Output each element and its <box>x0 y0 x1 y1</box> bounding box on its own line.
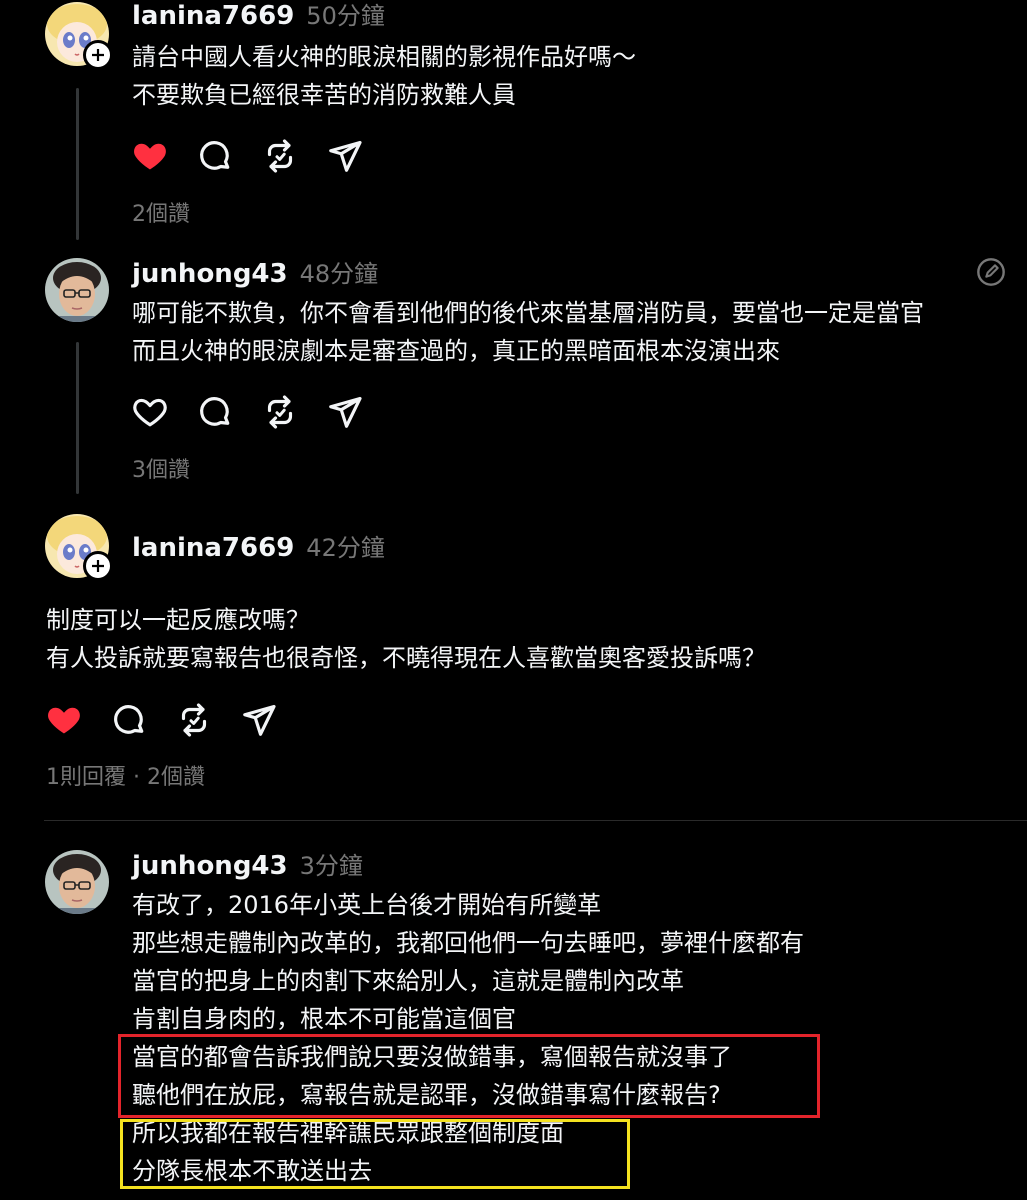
timestamp[interactable]: 42分鐘 <box>306 528 385 563</box>
comment-icon <box>114 705 144 734</box>
post-text-line: 而且火神的眼淚劇本是審查過的，真正的黑暗面根本沒演出來 <box>132 337 780 365</box>
username[interactable]: lanina7669 <box>132 1 294 31</box>
follow-button[interactable] <box>83 551 113 581</box>
share-button[interactable] <box>327 394 363 430</box>
post-text-line: 哪可能不欺負，你不會看到他們的後代來當基層消防員，要當也一定是當官 <box>132 299 924 327</box>
comment-button[interactable] <box>197 394 233 430</box>
send-icon <box>329 140 362 172</box>
post-text-line: 請台中國人看火神的眼淚相關的影視作品好嗎～ <box>132 43 636 71</box>
repost-button[interactable] <box>262 394 298 430</box>
yellow-highlight-box <box>120 1119 630 1189</box>
timestamp[interactable]: 3分鐘 <box>300 846 363 881</box>
edited-indicator[interactable] <box>975 256 1007 292</box>
send-icon <box>329 396 362 428</box>
avatar[interactable] <box>45 850 109 914</box>
comment-button[interactable] <box>197 138 233 174</box>
repost-icon <box>181 703 207 737</box>
post-text: 制度可以一起反應改嗎？ 有人投訴就要寫報告也很奇怪，不曉得現在人喜歡當奧客愛投訴… <box>46 601 766 677</box>
like-button[interactable] <box>46 702 82 738</box>
comment-button[interactable] <box>111 702 147 738</box>
timestamp[interactable]: 48分鐘 <box>300 254 379 289</box>
post-text-line: 當官的把身上的肉割下來給別人，這就是體制內改革 <box>132 967 684 995</box>
post-text-line: 制度可以一起反應改嗎？ <box>46 606 310 634</box>
plus-icon <box>92 560 104 572</box>
comment-icon <box>200 141 230 170</box>
like-count[interactable]: 2個讚 <box>132 196 190 228</box>
like-count[interactable]: 3個讚 <box>132 452 190 484</box>
post-text-line: 有改了，2016年小英上台後才開始有所變革 <box>132 891 602 919</box>
username[interactable]: lanina7669 <box>132 533 294 563</box>
divider <box>44 820 1027 821</box>
follow-button[interactable] <box>83 40 113 70</box>
username[interactable]: junhong43 <box>132 259 288 289</box>
post-text-line: 不要欺負已經很幸苦的消防救難人員 <box>132 81 516 109</box>
timestamp[interactable]: 50分鐘 <box>306 0 385 31</box>
repost-button[interactable] <box>262 138 298 174</box>
edit-icon <box>977 258 1005 286</box>
post-text: 請台中國人看火神的眼淚相關的影視作品好嗎～ 不要欺負已經很幸苦的消防救難人員 <box>132 38 636 114</box>
like-button[interactable] <box>132 138 168 174</box>
avatar[interactable] <box>45 258 109 322</box>
send-icon <box>243 704 276 736</box>
username[interactable]: junhong43 <box>132 851 288 881</box>
share-button[interactable] <box>241 702 277 738</box>
heart-filled-icon <box>134 143 166 170</box>
heart-icon <box>133 398 167 427</box>
comment-icon <box>200 397 230 426</box>
repost-icon <box>267 395 293 429</box>
post-text-line: 肯割自身肉的，根本不可能當這個官 <box>132 1005 516 1033</box>
thread-line <box>76 342 79 494</box>
thread-line <box>76 88 79 240</box>
repost-button[interactable] <box>176 702 212 738</box>
share-button[interactable] <box>327 138 363 174</box>
heart-filled-icon <box>48 707 80 734</box>
plus-icon <box>92 49 104 61</box>
like-button[interactable] <box>132 394 168 430</box>
repost-icon <box>267 139 293 173</box>
post-text-line: 有人投訴就要寫報告也很奇怪，不曉得現在人喜歡當奧客愛投訴嗎？ <box>46 644 766 672</box>
post-text: 哪可能不欺負，你不會看到他們的後代來當基層消防員，要當也一定是當官 而且火神的眼… <box>132 294 924 370</box>
reply-and-like-count[interactable]: 1則回覆 · 2個讚 <box>46 759 205 791</box>
post-text-line: 那些想走體制內改革的，我都回他們一句去睡吧，夢裡什麼都有 <box>132 929 804 957</box>
red-highlight-box <box>118 1034 820 1118</box>
